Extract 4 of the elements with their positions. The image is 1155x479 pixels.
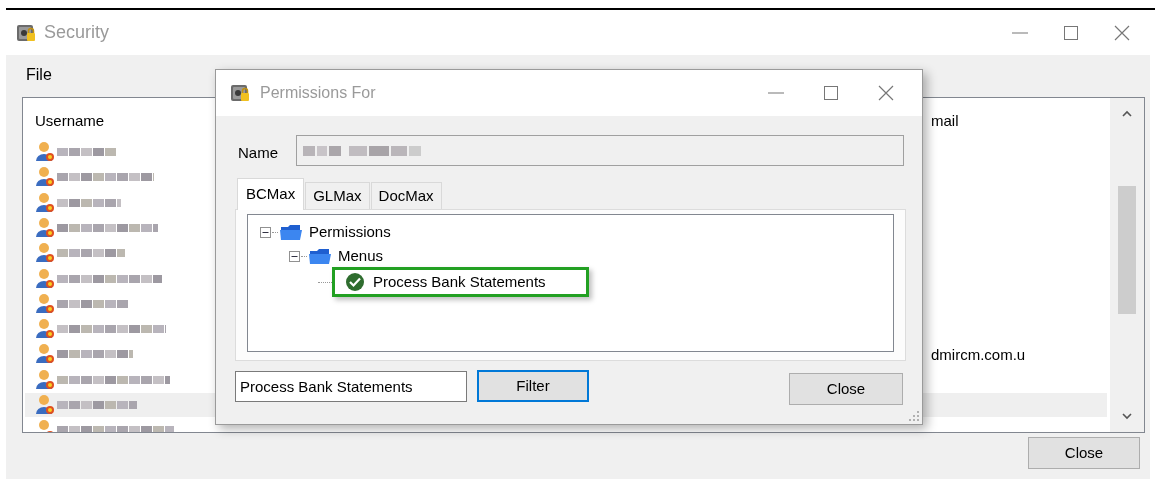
email-cell-text: dmircm.com.u	[931, 345, 1026, 366]
window-title: Security	[44, 21, 110, 44]
name-label: Name	[238, 143, 278, 163]
dialog-title: Permissions For	[260, 83, 376, 103]
